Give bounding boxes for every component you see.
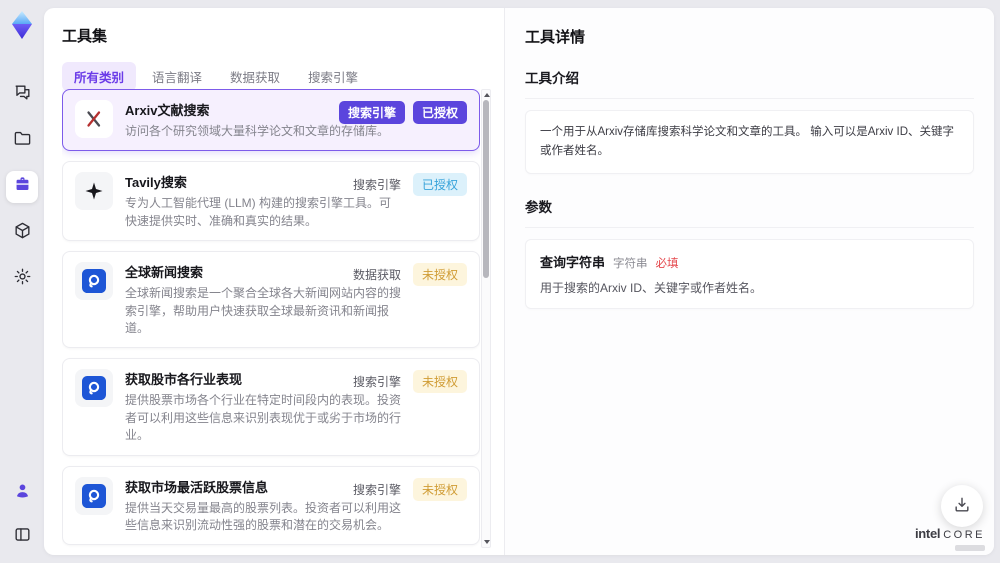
intel-core-logo: intel core	[915, 526, 985, 551]
chat-icon	[13, 83, 32, 107]
sidebar-item-chat[interactable]	[6, 79, 38, 111]
download-button[interactable]	[941, 485, 983, 527]
sidebar-nav	[6, 79, 38, 295]
param-header: 查询字符串 字符串 必填	[540, 252, 959, 271]
main-content: 工具集 所有类别 语言翻译 数据获取 搜索引擎 Arxiv文献搜索 访问各个研究领域大…	[44, 8, 994, 555]
scrollbar-up-arrow-icon[interactable]	[484, 93, 490, 97]
tab-category-3[interactable]: 搜索引擎	[296, 62, 370, 91]
tool-description: 访问各个研究领域大量科学论文和文章的存储库。	[125, 124, 390, 138]
tool-detail-pane: 工具详情 工具介绍 一个用于从Arxiv存储库搜索科学论文和文章的工具。 输入可…	[505, 8, 994, 555]
detail-title: 工具详情	[525, 29, 586, 46]
tab-category-2[interactable]: 数据获取	[218, 62, 292, 91]
intro-card: 一个用于从Arxiv存储库搜索科学论文和文章的工具。 输入可以是Arxiv ID…	[525, 110, 974, 174]
tool-list-pane: 工具集 所有类别 语言翻译 数据获取 搜索引擎 Arxiv文献搜索 访问各个研究领域大…	[44, 8, 505, 555]
tool-description: 全球新闻搜索是一个聚合全球各大新闻网站内容的搜索引擎，帮助用户快速获取全球最新资…	[125, 286, 402, 335]
param-card: 查询字符串 字符串 必填 用于搜索的Arxiv ID、关键字或作者姓名。	[525, 238, 974, 309]
params-heading: 参数	[525, 196, 974, 228]
scrollbar-thumb[interactable]	[483, 100, 489, 278]
briefcase-icon	[13, 175, 32, 199]
scrollbar-down-arrow-icon[interactable]	[484, 540, 490, 544]
folder-icon	[13, 129, 32, 153]
category-tabs: 所有类别 语言翻译 数据获取 搜索引擎	[62, 62, 504, 91]
app-logo-gem-icon[interactable]	[6, 9, 38, 41]
tool-list-item[interactable]: 获取市场最活跃股票信息 提供当天交易量最高的股票列表。投资者可以利用这些信息来识…	[62, 465, 480, 546]
sidebar-item-settings[interactable]	[6, 263, 38, 295]
scrollbar[interactable]	[481, 89, 491, 548]
tool-status-badge: 已授权	[412, 101, 467, 124]
arxiv-logo-icon	[75, 100, 113, 138]
tool-list-item[interactable]: Arxiv文献搜索 访问各个研究领域大量科学论文和文章的存储库。 搜索引擎 已授…	[62, 89, 480, 152]
tool-name: 全球新闻搜索	[125, 265, 204, 281]
tool-status-badge: 已授权	[412, 173, 467, 197]
sidebar	[0, 0, 44, 563]
tool-description: 提供股票市场各个行业在特定时间段内的表现。投资者可以利用这些信息来识别表现优于或…	[125, 393, 402, 443]
tool-category-tag: 搜索引擎	[352, 375, 401, 390]
panel-toggle-icon	[13, 525, 32, 549]
sidebar-item-panel[interactable]	[6, 521, 38, 553]
page-title: 工具集	[62, 28, 108, 45]
tool-category-tag: 搜索引擎	[338, 101, 405, 124]
tab-category-1[interactable]: 语言翻译	[140, 62, 214, 91]
tool-list-item[interactable]: 获取股市各行业表现 提供股票市场各个行业在特定时间段内的表现。投资者可以利用这些…	[62, 358, 480, 456]
param-required-badge: 必填	[655, 257, 679, 270]
sidebar-item-profile[interactable]	[6, 477, 38, 509]
tool-list: Arxiv文献搜索 访问各个研究领域大量科学论文和文章的存储库。 搜索引擎 已授…	[62, 89, 480, 548]
tool-status-badge: 未授权	[412, 477, 467, 501]
tool-list-item[interactable]: Tavily搜索 专为人工智能代理 (LLM) 构建的搜索引擎工具。可快速提供实…	[62, 161, 480, 242]
gear-icon	[13, 267, 32, 291]
tool-name: 获取股市各行业表现	[125, 372, 243, 388]
tool-status-badge: 未授权	[412, 370, 467, 394]
tool-name: Arxiv文献搜索	[125, 103, 210, 118]
tool-category-tag: 搜索引擎	[352, 178, 401, 193]
blue-search-logo-icon	[75, 476, 113, 515]
intel-brand-text: intel	[914, 526, 941, 541]
tool-category-tag: 搜索引擎	[352, 482, 401, 497]
sidebar-item-models[interactable]	[6, 217, 38, 249]
intro-text: 一个用于从Arxiv存储库搜索科学论文和文章的工具。 输入可以是Arxiv ID…	[540, 126, 954, 157]
tool-status-badge: 未授权	[412, 263, 467, 287]
core-brand-text: core	[943, 529, 985, 541]
tab-category-0[interactable]: 所有类别	[62, 62, 137, 91]
param-description: 用于搜索的Arxiv ID、关键字或作者姓名。	[540, 280, 763, 295]
tool-list-item[interactable]: 全球新闻搜索 全球新闻搜索是一个聚合全球各大新闻网站内容的搜索引擎，帮助用户快速…	[62, 251, 480, 349]
sidebar-item-folder[interactable]	[6, 125, 38, 157]
tool-name: Tavily搜索	[125, 175, 187, 191]
user-icon	[13, 481, 32, 505]
cube-icon	[13, 221, 32, 245]
sidebar-item-tools[interactable]	[6, 171, 38, 203]
param-name: 查询字符串	[540, 254, 606, 270]
blue-search-logo-icon	[75, 262, 113, 301]
app-window: 工具集 所有类别 语言翻译 数据获取 搜索引擎 Arxiv文献搜索 访问各个研究领域大…	[0, 0, 1000, 563]
download-icon	[952, 495, 972, 518]
tool-description: 专为人工智能代理 (LLM) 构建的搜索引擎工具。可快速提供实时、准确和真实的结…	[125, 196, 392, 228]
sidebar-bottom	[6, 477, 38, 553]
tool-name: 获取市场最活跃股票信息	[125, 479, 269, 495]
tool-description: 提供当天交易量最高的股票列表。投资者可以利用这些信息来识别流动性强的股票和潜在的…	[125, 500, 402, 532]
intel-core-sub-mark	[955, 545, 985, 551]
param-type: 字符串	[613, 257, 648, 270]
tool-category-tag: 数据获取	[352, 268, 401, 283]
tavily-sparkle-icon	[75, 172, 113, 211]
blue-search-logo-icon	[75, 369, 113, 408]
intro-heading: 工具介绍	[525, 67, 974, 99]
